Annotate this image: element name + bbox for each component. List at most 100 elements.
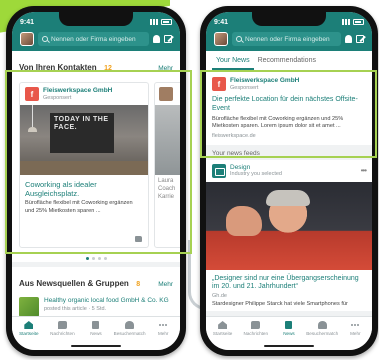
search-icon <box>236 36 242 42</box>
signal-icon <box>342 19 351 25</box>
design-icon <box>212 163 226 178</box>
tab-messages[interactable]: Nachrichten <box>241 321 271 336</box>
status-icons <box>150 19 172 25</box>
company-logo-icon: f <box>212 77 226 91</box>
sponsored-ad[interactable]: f Fleiswerkspace GmbH Gesponsert Die per… <box>206 71 372 145</box>
card-text: Bürofläche flexibel mit Coworking ergänz… <box>25 200 133 214</box>
tab-news[interactable]: News <box>274 321 304 336</box>
ad-text: Bürofläche flexibel mit Coworking ergänz… <box>212 115 344 130</box>
news-icon <box>92 321 100 329</box>
more-dots-icon <box>351 321 360 329</box>
search-input[interactable]: Nennen oder Firma eingeben <box>232 32 341 46</box>
home-icon <box>218 321 228 329</box>
phone-left-screen: 9:41 Nennen oder Firma eingeben Von Ihre… <box>12 12 180 350</box>
tab-visitors[interactable]: Besuchermatch <box>306 321 339 336</box>
tab-more[interactable]: Mehr <box>340 321 370 336</box>
hair-shape <box>266 189 310 206</box>
next-card-text: Laura Coach Karrie <box>158 178 176 200</box>
notch <box>59 12 133 26</box>
search-row: Nennen oder Firma eingeben <box>214 32 364 46</box>
carousel-dot[interactable] <box>91 257 95 260</box>
company-logo-icon: f <box>25 87 39 101</box>
tab-home[interactable]: Startseite <box>208 321 238 336</box>
search-placeholder: Nennen oder Firma eingeben <box>51 35 136 43</box>
tab-more[interactable]: Mehr <box>148 321 178 336</box>
tab-label: Besuchermatch <box>306 331 339 336</box>
user-icon <box>317 321 327 329</box>
newsources-section-header: Aus Newsquellen & Gruppen 8 Mehr <box>12 267 180 294</box>
contacts-more-link[interactable]: Mehr <box>158 65 173 72</box>
next-card-peek[interactable]: Laura Coach Karrie <box>154 82 180 248</box>
ad-title[interactable]: Die perfekte Location für dein nächstes … <box>212 96 366 114</box>
ad-org-name[interactable]: Fleiswerkspace GmbH <box>230 77 299 84</box>
edit-icon[interactable] <box>356 35 364 43</box>
tab-label: News <box>90 331 102 336</box>
contacts-count-badge: 12 <box>104 65 112 72</box>
tab-label: Startseite <box>212 331 233 336</box>
phone-right-screen: 9:41 Nennen oder Firma eingeben Your New… <box>206 12 372 350</box>
thumbs-up-icon[interactable] <box>135 236 142 242</box>
tab-label: News <box>283 331 295 336</box>
feeds-label: Your news feeds <box>212 149 260 157</box>
contacts-section-header: Von Ihren Kontakten 12 Mehr <box>12 51 180 78</box>
ad-org: f Fleiswerkspace GmbH Gesponsert <box>212 75 366 93</box>
battery-icon <box>161 19 172 25</box>
search-input[interactable]: Nennen oder Firma eingeben <box>38 32 149 46</box>
phone-left: 9:41 Nennen oder Firma eingeben Von Ihre… <box>6 6 186 356</box>
user-icon <box>125 321 135 329</box>
status-time: 9:41 <box>20 18 35 26</box>
tab-label: Nachrichten <box>50 331 75 336</box>
search-icon <box>42 36 48 42</box>
status-time: 9:41 <box>214 18 229 26</box>
carousel-dot[interactable] <box>97 257 101 260</box>
bell-icon[interactable] <box>345 35 352 43</box>
search-row: Nennen oder Firma eingeben <box>20 32 172 46</box>
feed-item[interactable]: Design Industry you selected ••• „Design… <box>206 159 372 311</box>
news-item-title[interactable]: Healthy organic local food GmbH & Co. KG <box>44 297 169 305</box>
carousel-dots <box>12 257 180 260</box>
bell-icon[interactable] <box>153 35 160 43</box>
phone-right: 9:41 Nennen oder Firma eingeben Your New… <box>200 6 378 356</box>
lamp-decoration <box>28 105 37 132</box>
feed-title[interactable]: „Designer sind nur eine Übergangserschei… <box>206 270 372 294</box>
hand-shape <box>226 205 262 236</box>
desk-decoration <box>20 161 148 175</box>
carousel-dot[interactable] <box>85 257 89 260</box>
newsources-section-title: Aus Newsquellen & Gruppen <box>19 279 129 288</box>
card-image: TODAY IN THE FACE. <box>20 105 148 175</box>
card-org: f Fleiswerkspace GmbH Gesponsert <box>20 83 148 105</box>
news-icon <box>285 321 293 329</box>
tab-messages[interactable]: Nachrichten <box>47 321 77 336</box>
search-placeholder: Nennen oder Firma eingeben <box>245 35 330 43</box>
more-options-icon[interactable]: ••• <box>361 166 367 175</box>
marketing-stage: 9:41 Nennen oder Firma eingeben Von Ihre… <box>0 0 379 360</box>
tab-label: Besuchermatch <box>113 331 146 336</box>
home-indicator <box>71 345 121 347</box>
news-tabs: Your News Recommendations <box>206 51 372 71</box>
card-org-name[interactable]: Fleiswerkspace GmbH <box>43 87 112 94</box>
avatar[interactable] <box>214 32 228 46</box>
avatar[interactable] <box>20 32 34 46</box>
tab-news[interactable]: News <box>81 321 111 336</box>
tab-home[interactable]: Startseite <box>14 321 44 336</box>
tab-your-news[interactable]: Your News <box>212 51 254 70</box>
contacts-carousel[interactable]: f Fleiswerkspace GmbH Gesponsert TODAY I… <box>12 78 180 262</box>
feed-text: Stardesigner Philippe Starck hat viele S… <box>212 301 348 308</box>
ad-source[interactable]: fleiswerkspace.de <box>212 133 366 139</box>
feed-name[interactable]: Design <box>230 164 282 171</box>
notch <box>252 12 326 26</box>
sponsored-card[interactable]: f Fleiswerkspace GmbH Gesponsert TODAY I… <box>19 82 149 248</box>
news-item-sub: posted this article · 5 Std. <box>44 306 107 313</box>
tab-label: Mehr <box>157 331 169 336</box>
tab-visitors[interactable]: Besuchermatch <box>113 321 146 336</box>
edit-icon[interactable] <box>164 35 172 43</box>
carousel-dot[interactable] <box>103 257 107 260</box>
more-dots-icon <box>159 321 168 329</box>
card-title[interactable]: Coworking als idealer Ausgleichsplatz. <box>20 175 148 200</box>
tab-label: Nachrichten <box>243 331 269 336</box>
news-thumbnail <box>19 297 39 317</box>
contacts-section-title: Von Ihren Kontakten <box>19 63 97 72</box>
tab-recommendations[interactable]: Recommendations <box>254 51 320 70</box>
feed-image[interactable] <box>206 181 372 270</box>
newsources-more-link[interactable]: Mehr <box>158 281 173 288</box>
